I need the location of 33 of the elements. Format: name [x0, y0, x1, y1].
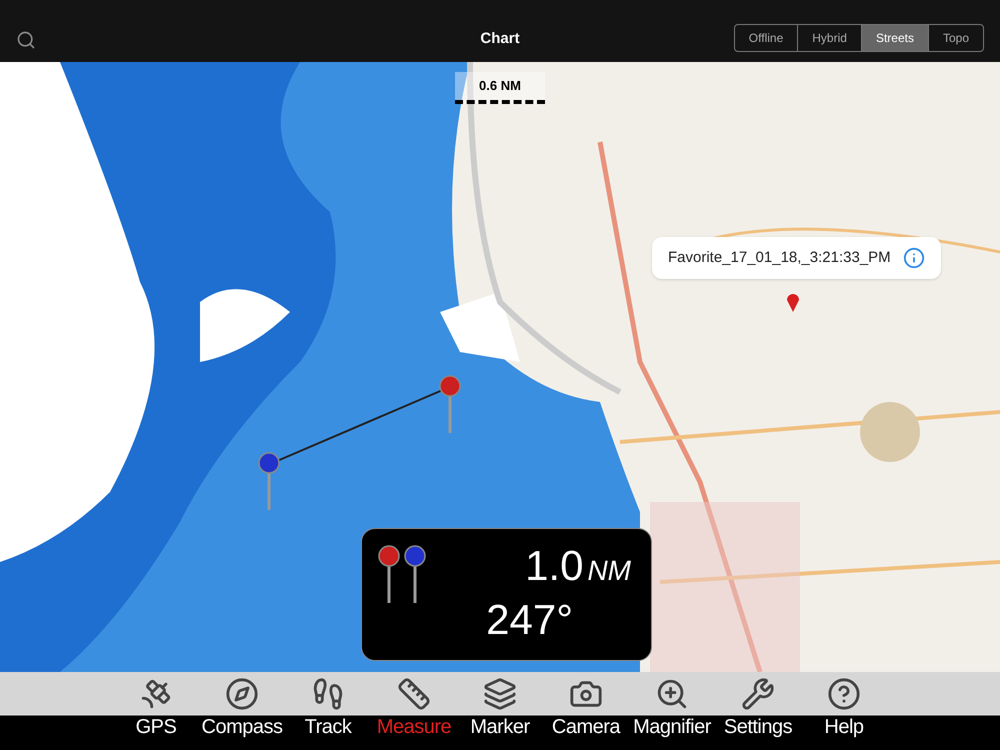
map-type-tab[interactable]: Streets	[860, 25, 928, 51]
ruler-icon	[397, 677, 431, 711]
distance-unit: NM	[587, 557, 631, 585]
window-title: Chart	[480, 28, 520, 48]
map-type-tab[interactable]: Offline	[734, 25, 798, 51]
favorite-label: Favorite_17_01_18,_3:21:33_PM	[668, 248, 891, 268]
map-type-tab[interactable]: Topo	[928, 25, 983, 51]
map-pin-drawing	[258, 452, 280, 512]
toolbar-button[interactable]: Help	[801, 672, 887, 750]
toolbar-button[interactable]: GPS	[113, 672, 199, 750]
toolbar-button[interactable]: Marker	[457, 672, 543, 750]
map-pin-drawing	[439, 375, 461, 435]
distance-value: 1.0	[525, 545, 584, 587]
compass-icon	[225, 677, 259, 711]
help-icon	[827, 677, 861, 711]
footprints-icon	[311, 677, 345, 711]
toolbar-button[interactable]: Camera	[543, 672, 629, 750]
location-pin-icon	[786, 292, 800, 312]
search-button[interactable]	[16, 30, 36, 50]
toolbar-button[interactable]: Track	[285, 672, 371, 750]
pin-icon	[404, 545, 426, 605]
toolbar-button[interactable]: Settings	[715, 672, 801, 750]
info-button[interactable]	[902, 247, 925, 269]
satellite-dish-icon	[139, 677, 173, 711]
bearing-value: 247°	[486, 599, 573, 641]
toolbar-button[interactable]: Compass	[199, 672, 285, 750]
layers-icon	[483, 677, 517, 711]
settings-icon	[741, 677, 775, 711]
pin-icon	[378, 545, 400, 605]
zoom-icon	[655, 677, 689, 711]
toolbar-button[interactable]: Magnifier	[629, 672, 715, 750]
scale-label: 0.6 NM	[479, 77, 521, 96]
toolbar-button[interactable]: Measure	[371, 672, 457, 750]
